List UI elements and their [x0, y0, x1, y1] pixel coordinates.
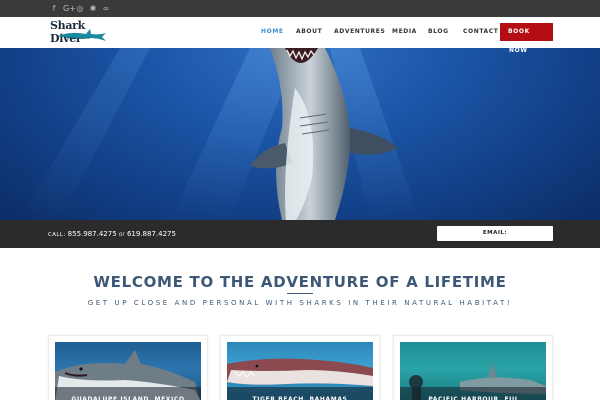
card-image: TIGER BEACH, BAHAMAS	[227, 342, 373, 400]
heading-divider	[287, 293, 313, 294]
social-links: f G+ ◎ ✱ ∞	[50, 3, 110, 14]
card-caption: GUADALUPE ISLAND, MEXICO	[55, 387, 201, 400]
book-now-overflow-label[interactable]: NOW	[509, 47, 528, 54]
tripadvisor-icon[interactable]: ∞	[102, 3, 110, 14]
nav-contact[interactable]: CONTACT	[463, 28, 499, 35]
book-now-label: BOOK	[508, 28, 530, 35]
great-white-shark-image	[20, 48, 420, 220]
facebook-icon[interactable]: f	[50, 3, 58, 14]
social-bar: f G+ ◎ ✱ ∞	[0, 0, 600, 17]
call-label: CALL:	[48, 232, 66, 238]
email-button[interactable]: EMAIL:	[437, 226, 553, 241]
welcome-heading: WELCOME TO THE ADVENTURE OF A LIFETIME	[93, 273, 507, 291]
card-caption: TIGER BEACH, BAHAMAS	[227, 387, 373, 400]
card-image: GUADALUPE ISLAND, MEXICO	[55, 342, 201, 400]
phone-separator: or	[118, 231, 125, 238]
site-header: Shark Diver HOME ABOUT ADVENTURES MEDIA …	[0, 17, 600, 48]
call-info: CALL: 855.987.4275 or 619.887.4275	[48, 230, 176, 238]
yelp-icon[interactable]: ✱	[89, 3, 97, 14]
google-plus-icon[interactable]: G+	[63, 3, 76, 14]
nav-home[interactable]: HOME	[261, 28, 284, 35]
instagram-icon[interactable]: ◎	[76, 3, 84, 14]
welcome-subheading: GET UP CLOSE AND PERSONAL WITH SHARKS IN…	[87, 299, 513, 307]
adventure-card-tiger-beach[interactable]: TIGER BEACH, BAHAMAS	[220, 335, 380, 400]
book-now-button[interactable]: BOOK	[500, 23, 553, 41]
site-logo[interactable]: Shark Diver	[50, 19, 110, 45]
phone-secondary[interactable]: 619.887.4275	[127, 230, 176, 238]
adventure-card-guadalupe[interactable]: GUADALUPE ISLAND, MEXICO	[48, 335, 208, 400]
card-image: PACIFIC HARBOUR, FIJI	[400, 342, 546, 400]
shark-logo-icon	[58, 29, 106, 41]
phone-primary[interactable]: 855.987.4275	[68, 230, 117, 238]
card-caption: PACIFIC HARBOUR, FIJI	[400, 387, 546, 400]
nav-media[interactable]: MEDIA	[392, 28, 417, 35]
hero-banner	[0, 48, 600, 220]
nav-adventures[interactable]: ADVENTURES	[334, 28, 385, 35]
adventure-card-fiji[interactable]: PACIFIC HARBOUR, FIJI	[393, 335, 553, 400]
email-label: EMAIL:	[482, 230, 508, 236]
nav-blog[interactable]: BLOG	[428, 28, 449, 35]
nav-about[interactable]: ABOUT	[296, 28, 322, 35]
